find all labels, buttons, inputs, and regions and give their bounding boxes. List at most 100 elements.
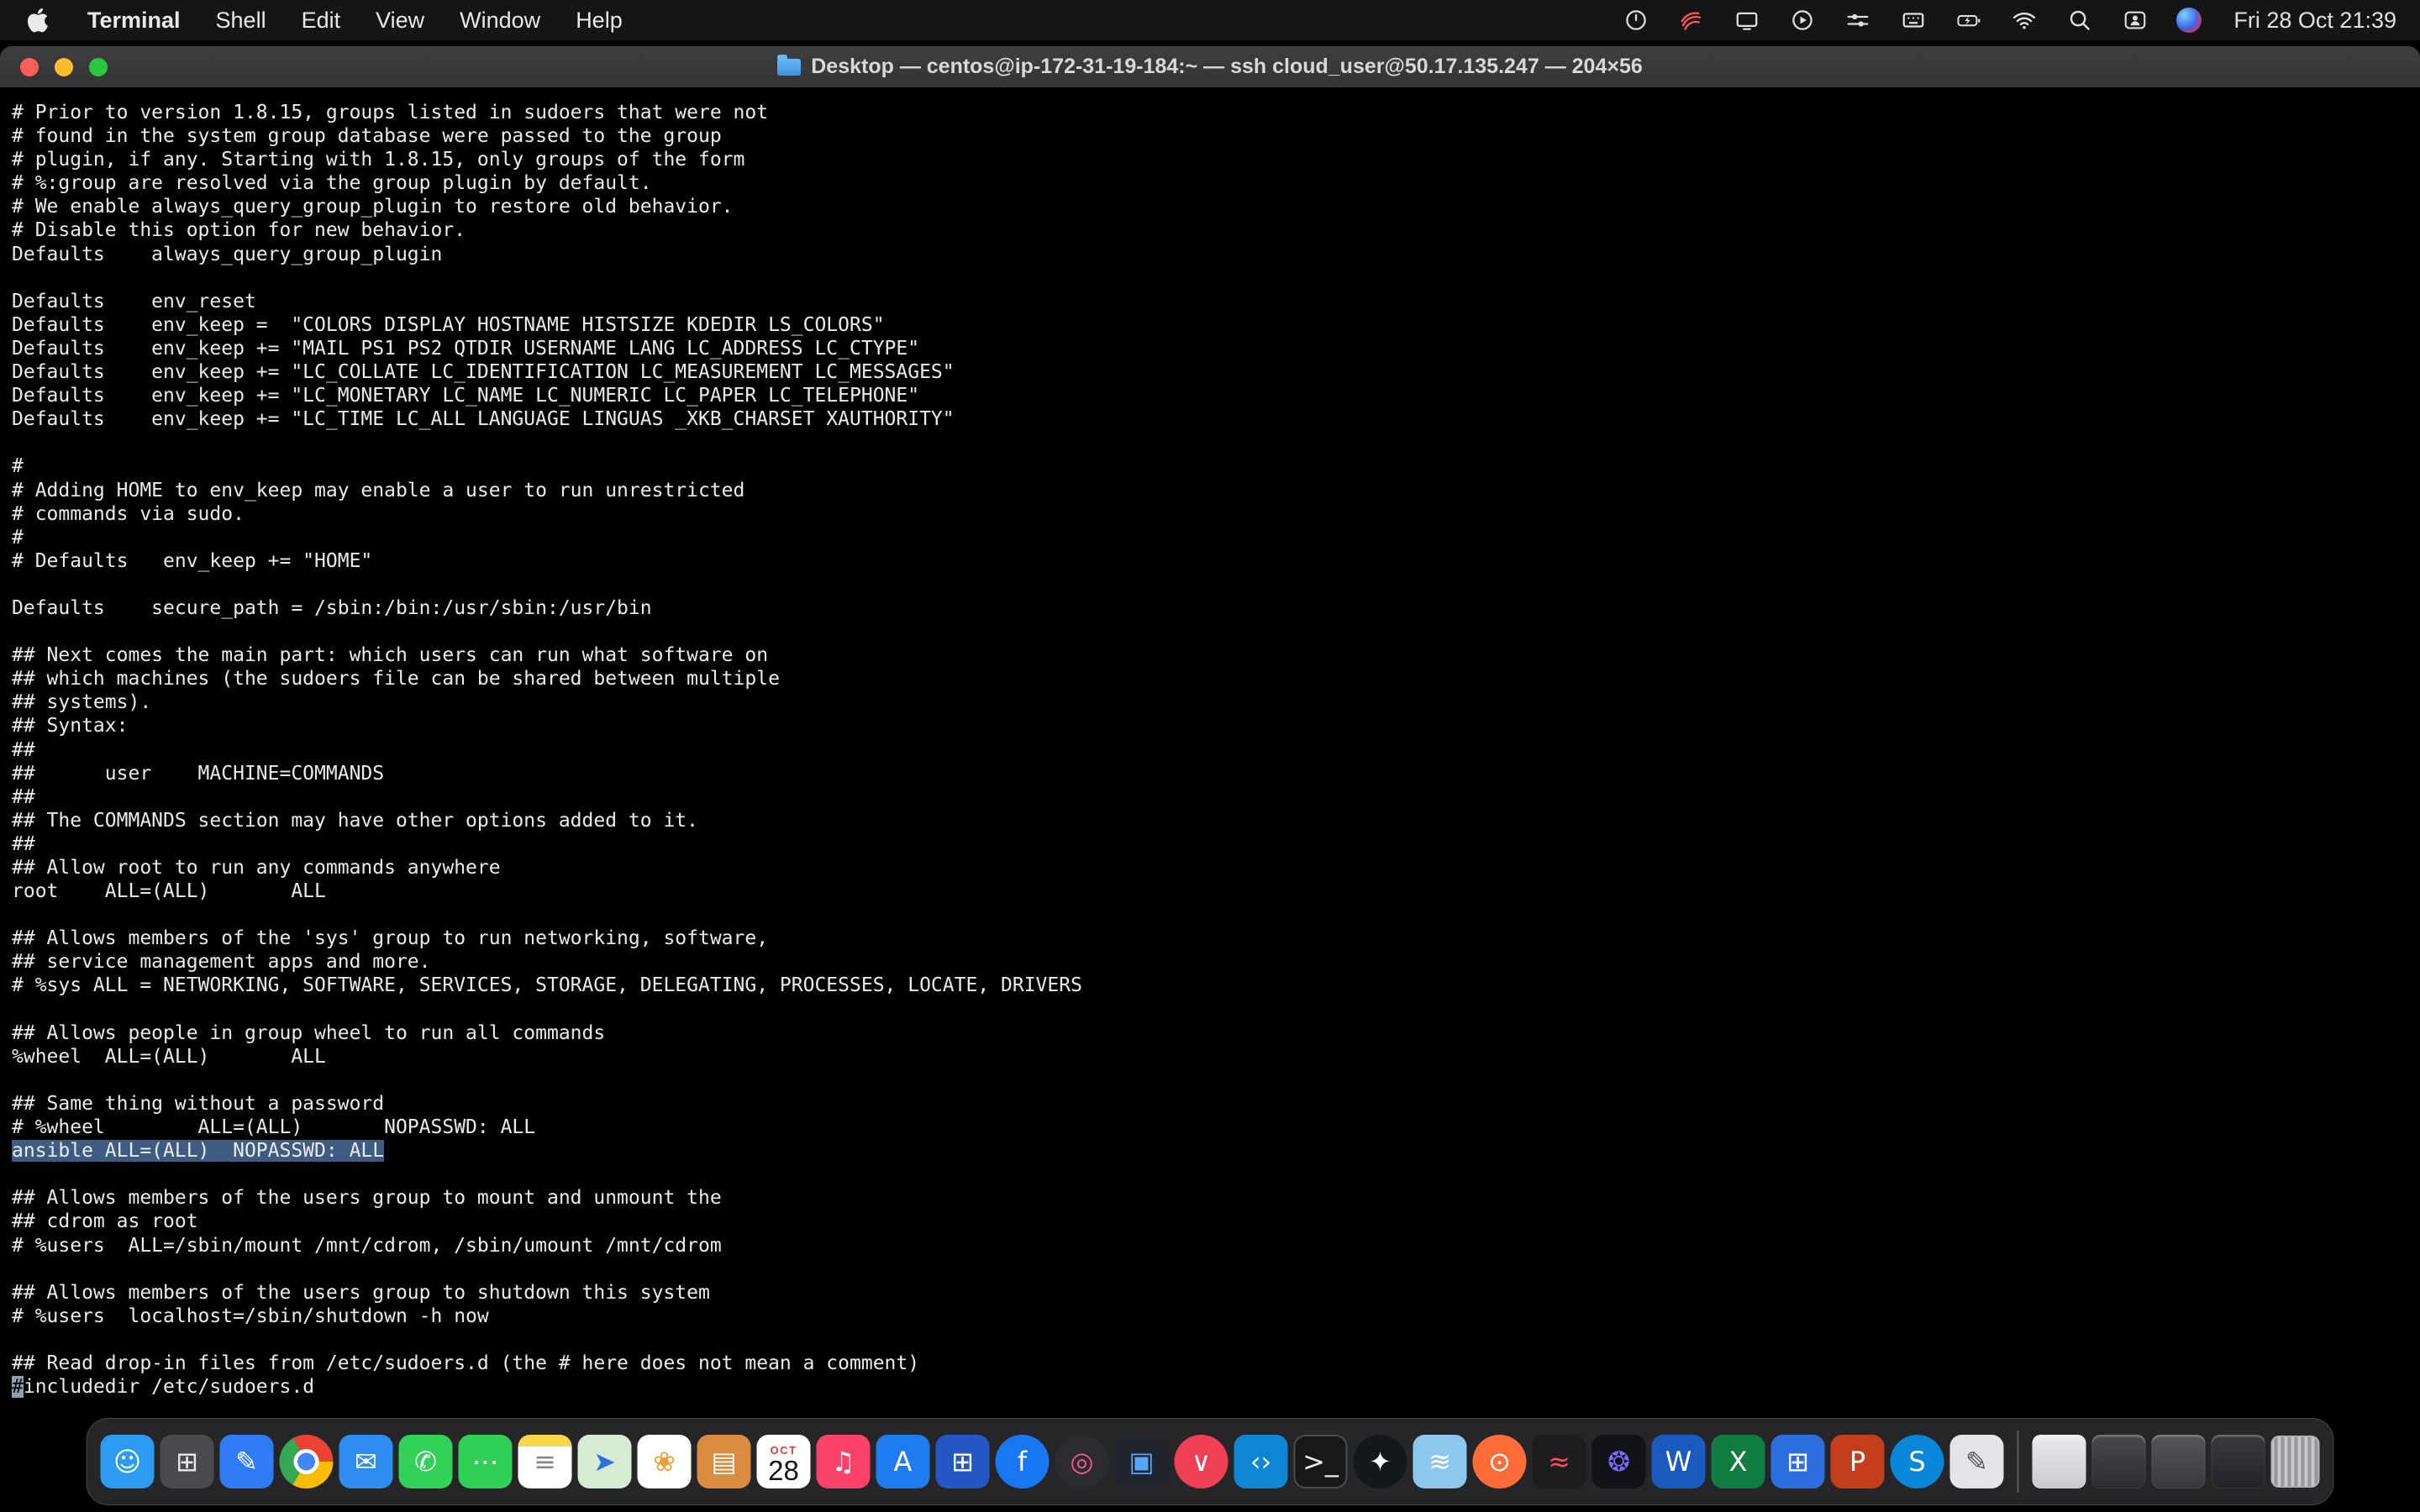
maps-icon: ➤	[593, 1446, 616, 1478]
terminal-line: # %sys ALL = NETWORKING, SOFTWARE, SERVI…	[12, 974, 1082, 997]
minimize-button[interactable]	[55, 57, 73, 76]
dock-item-vscode[interactable]: ‹›	[1234, 1435, 1288, 1488]
siri-icon[interactable]	[2176, 8, 2202, 33]
dock-item-docker[interactable]: ≋	[1413, 1435, 1467, 1488]
dock-item-preview[interactable]: ✎	[219, 1435, 274, 1488]
terminal-line: ansible ALL=(ALL) NOPASSWD: ALL	[12, 1139, 2420, 1163]
terminal-line: ## Allows members of the users group to …	[12, 1281, 710, 1304]
facebook-icon: f	[1017, 1446, 1028, 1478]
dock-item-github[interactable]: ✦	[1353, 1435, 1407, 1488]
keyboard-icon[interactable]	[1899, 6, 1928, 34]
dock-item-remote-desktop[interactable]: ⊞	[935, 1435, 990, 1488]
terminal-line: ## service management apps and more.	[12, 951, 431, 974]
dock-item-launchpad[interactable]: ⊞	[160, 1435, 214, 1488]
dock-item-messages[interactable]: ⋯	[458, 1435, 513, 1488]
window-titlebar[interactable]: Desktop — centos@ip-172-31-19-184:~ — ss…	[0, 46, 2420, 88]
control-sliders-icon[interactable]	[1844, 6, 1872, 34]
dock-item-calendar[interactable]: OCT 28	[756, 1435, 811, 1488]
dock-item-chrome[interactable]	[279, 1435, 334, 1488]
power-circle-icon[interactable]	[1622, 6, 1650, 34]
menu-edit[interactable]: Edit	[302, 8, 341, 34]
dock-item-minimized-window-3[interactable]	[2211, 1435, 2265, 1488]
spotlight-search-icon[interactable]	[2065, 6, 2094, 34]
window-title-group: Desktop — centos@ip-172-31-19-184:~ — ss…	[777, 54, 1643, 79]
dock-item-facebook[interactable]: f	[995, 1435, 1050, 1488]
vscode-icon: ‹›	[1249, 1446, 1272, 1478]
battery-charging-icon[interactable]	[1954, 6, 1983, 34]
dock-item-skype[interactable]: S	[1890, 1435, 1944, 1488]
terminal-line: Defaults env_keep += "MAIL PS1 PS2 QTDIR…	[12, 337, 920, 360]
dock-item-trash[interactable]	[2270, 1436, 2320, 1488]
dock-item-app-store[interactable]: A	[876, 1435, 930, 1488]
close-button[interactable]	[20, 57, 39, 76]
dock: ☺ ⊞ ✎ ✉ ✆ ⋯ ≡ ➤ ❀ ▤ OCT 28 ♫ A ⊞ f ◎ ▣ ∨ ‹› >_ ✦ ≋ ⊙ ≈ ❂ W X ⊞ P S ✎	[86, 1418, 2334, 1505]
dock-item-minimized-window-1[interactable]	[2091, 1435, 2146, 1488]
wifi-icon[interactable]	[2010, 6, 2039, 34]
menu-view[interactable]: View	[376, 8, 424, 34]
terminal-line: ## which machines (the sudoers file can …	[12, 668, 780, 690]
menu-window[interactable]: Window	[460, 8, 540, 34]
tiles-app-icon: ⊞	[1786, 1446, 1809, 1478]
dock-item-excel[interactable]: X	[1711, 1435, 1765, 1488]
dock-item-postman[interactable]: ⊙	[1472, 1435, 1527, 1488]
terminal-line: ## Allows members of the 'sys' group to …	[12, 927, 769, 950]
dock-item-minimized-window-2[interactable]	[2151, 1435, 2206, 1488]
dock-item-tiles-app[interactable]: ⊞	[1770, 1435, 1825, 1488]
dock-separator	[2017, 1431, 2019, 1493]
terminal-line: # plugin, if any. Starting with 1.8.15, …	[12, 149, 745, 171]
terminal-line: ## systems).	[12, 691, 152, 714]
excel-icon: X	[1728, 1446, 1748, 1478]
dock-item-photos[interactable]: ❀	[637, 1435, 692, 1488]
terminal-line: # %users ALL=/sbin/mount /mnt/cdrom, /sb…	[12, 1234, 722, 1257]
dock-item-music[interactable]: ♫	[816, 1435, 871, 1488]
dock-item-mail[interactable]: ✉	[339, 1435, 393, 1488]
files-folder-icon: ▤	[711, 1446, 737, 1478]
traffic-lights	[20, 57, 108, 76]
dock-item-downloads-stack[interactable]	[2032, 1435, 2086, 1488]
terminal-line: # Prior to version 1.8.15, groups listed…	[12, 102, 769, 123]
terminal-line: # Adding HOME to env_keep may enable a u…	[12, 479, 745, 501]
finder-icon: ☺	[113, 1446, 142, 1478]
terminal-line: %wheel ALL=(ALL) ALL	[12, 1045, 326, 1068]
menu-shell[interactable]: Shell	[216, 8, 266, 34]
display-icon[interactable]	[1733, 6, 1761, 34]
menu-help[interactable]: Help	[576, 8, 623, 34]
menu-clock[interactable]: Fri 28 Oct 21:39	[2233, 8, 2396, 34]
dock-item-finder[interactable]: ☺	[100, 1435, 155, 1488]
dock-item-design-tool[interactable]: ✎	[1949, 1435, 2004, 1488]
messages-icon: ⋯	[471, 1446, 499, 1478]
menu-app-name[interactable]: Terminal	[87, 8, 181, 34]
zoom-button[interactable]	[89, 57, 108, 76]
dock-item-virtualbox[interactable]: ▣	[1114, 1435, 1169, 1488]
dock-item-terminal-app[interactable]: >_	[1293, 1435, 1348, 1488]
dock-item-pocket[interactable]: ∨	[1174, 1435, 1228, 1488]
affinity-icon: ❂	[1607, 1446, 1630, 1478]
dock-item-facetime[interactable]: ✆	[398, 1435, 453, 1488]
terminal-line: # Disable this option for new behavior.	[12, 219, 466, 242]
dock-item-maps[interactable]: ➤	[577, 1435, 632, 1488]
terminal-body[interactable]: # Prior to version 1.8.15, groups listed…	[0, 89, 2420, 1512]
wireless-diagnostics-icon[interactable]	[1677, 6, 1706, 34]
dock-item-word[interactable]: W	[1651, 1435, 1706, 1488]
terminal-line: Defaults env_keep = "COLORS DISPLAY HOST…	[12, 313, 885, 336]
dock-item-affinity[interactable]: ❂	[1591, 1435, 1646, 1488]
apple-menu[interactable]	[24, 6, 52, 34]
dock-item-powerpoint[interactable]: P	[1830, 1435, 1885, 1488]
terminal-line: # We enable always_query_group_plugin to…	[12, 196, 734, 218]
virtualbox-icon: ▣	[1128, 1446, 1155, 1478]
dock-item-camera-app[interactable]: ◎	[1055, 1435, 1109, 1488]
dock-item-wifi-analyzer[interactable]: ≈	[1532, 1435, 1586, 1488]
fast-user-switch-icon[interactable]	[2121, 6, 2149, 34]
terminal-cursor: #	[12, 1376, 24, 1399]
dock-item-files-folder[interactable]: ▤	[697, 1435, 751, 1488]
dock-item-notes[interactable]: ≡	[518, 1435, 572, 1488]
terminal-line: Defaults secure_path = /sbin:/bin:/usr/s…	[12, 596, 652, 619]
terminal-line: ## Read drop-in files from /etc/sudoers.…	[12, 1352, 920, 1374]
screen-play-icon[interactable]	[1788, 6, 1817, 34]
